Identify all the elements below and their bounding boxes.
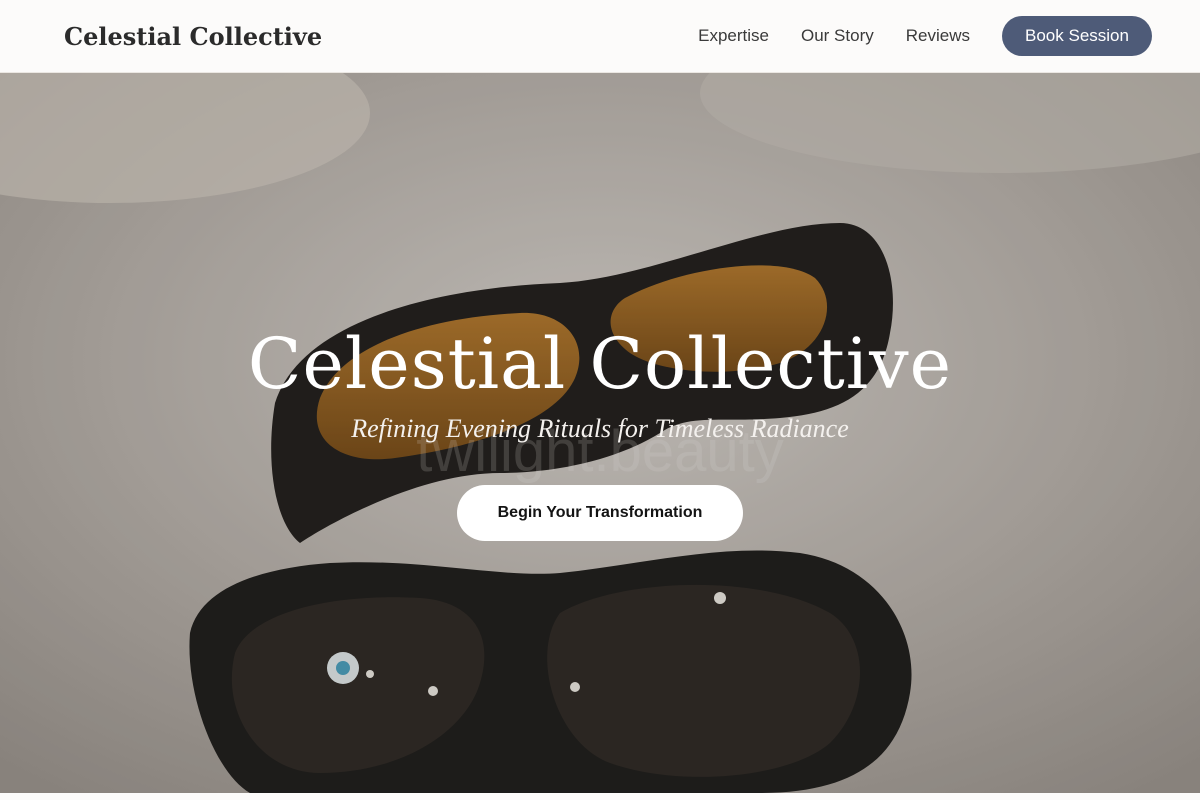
hero-content: Celestial Collective Refining Evening Ri… (0, 323, 1200, 541)
hero-section: twilight.beauty Celestial Collective Ref… (0, 73, 1200, 793)
nav-link-expertise[interactable]: Expertise (698, 26, 769, 46)
nav-link-our-story[interactable]: Our Story (801, 26, 874, 46)
brand-logo[interactable]: Celestial Collective (64, 22, 322, 51)
main-nav: Expertise Our Story Reviews Book Session (698, 16, 1152, 56)
begin-transformation-button[interactable]: Begin Your Transformation (457, 485, 743, 541)
page-bottom-edge (0, 793, 1200, 800)
hero-subtitle: Refining Evening Rituals for Timeless Ra… (351, 414, 849, 443)
site-header: Celestial Collective Expertise Our Story… (0, 0, 1200, 73)
nav-link-reviews[interactable]: Reviews (906, 26, 970, 46)
hero-title: Celestial Collective (247, 323, 953, 405)
book-session-button[interactable]: Book Session (1002, 16, 1152, 56)
